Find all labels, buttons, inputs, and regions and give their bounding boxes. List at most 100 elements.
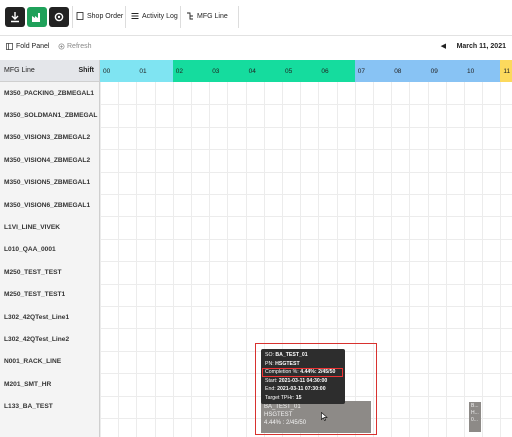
grid-vline <box>391 82 393 437</box>
grid-vline <box>227 82 229 437</box>
toolbar-divider <box>125 6 126 28</box>
task-small-so: B... <box>471 403 479 409</box>
hour-cell: 01 <box>136 60 173 82</box>
grid-vline <box>464 82 465 437</box>
grid-vline <box>427 82 429 437</box>
line-label: L302_42QTest_Line2 <box>4 335 70 343</box>
sub-toolbar: Fold Panel Refresh ◀ March 11, 2021 <box>0 36 512 58</box>
list-icon <box>131 13 139 19</box>
tooltip-end-label: End: <box>265 386 276 393</box>
tooltip-so: BA_TEST_01 <box>275 352 308 358</box>
previous-date-arrow[interactable]: ◀ <box>441 42 446 50</box>
shop-order-link[interactable]: Shop Order <box>76 12 123 20</box>
document-icon <box>76 12 84 20</box>
line-label: M350_VISION3_ZBMEGAL2 <box>4 134 91 142</box>
hour-cell: 08 <box>391 60 428 82</box>
hour-cell: 10 <box>464 60 501 82</box>
grid-hline <box>100 216 512 218</box>
current-date: March 11, 2021 <box>456 43 506 50</box>
line-label: N001_RACK_LINE <box>4 358 62 366</box>
line-label: M350_PACKING_ZBMEGAL1 <box>4 89 95 97</box>
download-icon <box>11 12 19 23</box>
factory-icon <box>32 13 40 22</box>
grid-vline <box>209 82 211 437</box>
line-label: M350_VISION6_ZBMEGAL1 <box>4 201 91 209</box>
line-list: M350_PACKING_ZBMEGAL1 M350_SOLDMAN1_ZBMEG… <box>0 82 99 418</box>
grid-hline <box>100 171 512 173</box>
line-label: M350_SOLDMAN1_ZBMEGAL <box>4 112 98 120</box>
fold-icon <box>6 43 13 50</box>
hour-cell: 09 <box>427 60 464 82</box>
shop-order-label: Shop Order <box>87 12 124 20</box>
grid-hline <box>100 194 512 195</box>
line-label: L1VI_LINE_VIVEK <box>4 224 61 232</box>
mfg-line-column: MFG Line Shift M350_PACKING_ZBMEGAL1 M350… <box>0 60 100 437</box>
grid-hline <box>100 238 512 240</box>
grid-vline <box>154 82 156 437</box>
grid-hline <box>100 104 512 106</box>
grid-vline <box>118 82 120 437</box>
toolbar-divider <box>72 6 73 28</box>
toolbar-divider <box>238 6 239 28</box>
line-label: L302_42QTest_Line1 <box>4 313 70 321</box>
grid-hline <box>100 126 512 128</box>
settings-icon <box>54 12 64 22</box>
refresh-label: Refresh <box>67 43 92 50</box>
activity-log-link[interactable]: Activity Log <box>131 12 178 20</box>
line-label: M350_VISION4_ZBMEGAL2 <box>4 156 91 164</box>
toolbar-divider <box>180 6 181 28</box>
mfg-line-link[interactable]: MFG Line <box>186 12 228 20</box>
grid-hline <box>100 261 512 263</box>
top-toolbar: Shop Order Activity Log MFG Line <box>0 0 512 36</box>
hour-cell: 00 <box>100 60 137 82</box>
settings-button[interactable] <box>49 7 69 27</box>
line-label: M250_TEST_TEST1 <box>4 291 66 299</box>
hour-cell: 03 <box>209 60 246 82</box>
refresh-button[interactable]: Refresh <box>58 43 92 50</box>
line-label: L133_BA_TEST <box>4 403 53 411</box>
fold-panel-label: Fold Panel <box>16 43 50 50</box>
hour-cell: 11 <box>500 60 512 82</box>
grid-hline <box>100 306 512 307</box>
hour-cell: 06 <box>318 60 355 82</box>
hour-cell: 04 <box>245 60 282 82</box>
task-small-completion: 0... <box>471 417 478 423</box>
hour-cell: 07 <box>354 60 392 82</box>
factory-button[interactable] <box>27 7 47 27</box>
grid-hline <box>100 283 512 285</box>
grid-vline <box>409 82 411 437</box>
task-block-small[interactable]: B... H... 0... <box>469 402 481 432</box>
tooltip-start-label: Start: <box>265 377 278 384</box>
line-label: M250_TEST_TEST <box>4 268 62 276</box>
grid-vline <box>136 82 138 437</box>
mfg-line-header: MFG Line Shift <box>0 60 99 82</box>
grid-vline <box>482 82 484 437</box>
tooltip-tph-label: Target TPHr: <box>265 394 295 401</box>
tooltip-start: 2021-03-11 04:30:00 <box>278 377 328 384</box>
hour-header: 00 01 02 03 04 05 06 07 08 09 10 11 <box>100 60 512 82</box>
split-icon <box>187 12 193 20</box>
grid-hline <box>100 149 512 151</box>
completion-highlight <box>262 368 343 377</box>
fold-panel-button[interactable]: Fold Panel <box>6 43 49 50</box>
tooltip-so-label: SO: <box>265 352 274 358</box>
shift-heading: Shift <box>78 67 94 74</box>
hour-cell: 05 <box>282 60 319 82</box>
line-label: L010_QAA_0001 <box>4 246 56 254</box>
task-small-pn: H... <box>471 410 479 416</box>
refresh-icon <box>58 43 65 50</box>
mfg-line-heading: MFG Line <box>4 67 35 74</box>
tooltip-end: 2021-03-11 07:30:00 <box>277 386 326 393</box>
tooltip-tph: 15 <box>295 394 302 401</box>
mouse-pointer-icon <box>321 412 328 421</box>
grid-vline <box>172 82 174 437</box>
download-button[interactable] <box>5 7 25 27</box>
grid-vline <box>191 82 192 437</box>
grid-vline <box>100 82 101 437</box>
grid-vline <box>245 82 247 437</box>
tooltip-pn: HSGTEST <box>275 360 300 367</box>
hour-cell: 02 <box>172 60 210 82</box>
mfg-line-label: MFG Line <box>197 12 228 20</box>
grid-vline <box>500 82 502 437</box>
grid-hline <box>100 328 512 330</box>
